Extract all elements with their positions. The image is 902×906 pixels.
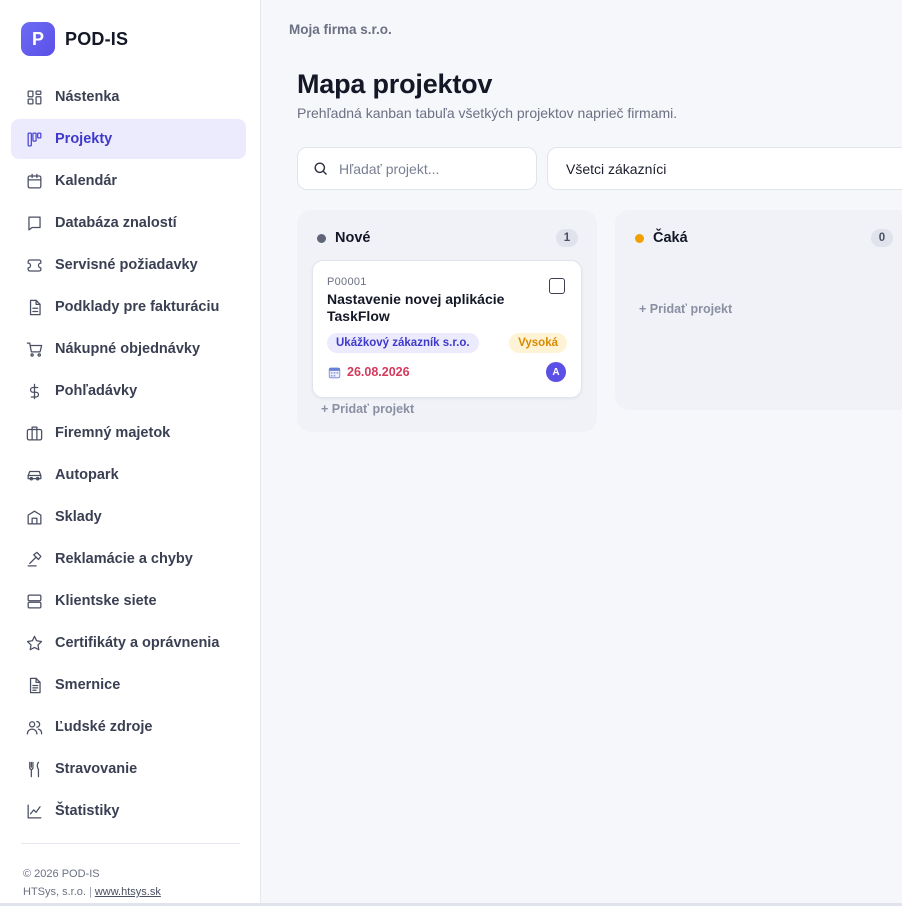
sidebar-item-label: Nástenka xyxy=(55,89,120,105)
page-title: Mapa projektov xyxy=(297,69,493,99)
sidebar-item-nastenka[interactable]: Nástenka xyxy=(11,77,246,117)
footer-separator: | xyxy=(88,886,92,898)
ticket-icon xyxy=(24,255,44,275)
star-icon xyxy=(24,633,44,653)
warehouse-icon xyxy=(24,507,44,527)
project-code: P00001 xyxy=(327,276,367,288)
sidebar-item-label: Reklamácie a chyby xyxy=(55,551,193,567)
customer-chip: Ukážkový zákazník s.r.o. xyxy=(327,333,479,353)
sidebar-item-statistiky[interactable]: Štatistiky xyxy=(11,791,246,831)
sidebar-item-label: Smernice xyxy=(55,677,121,693)
users-icon xyxy=(24,717,44,737)
project-card[interactable]: P00001 Nastavenie novej aplikácie TaskFl… xyxy=(312,260,582,398)
column-header: Čaká xyxy=(635,230,688,246)
main-content: Moja firma s.r.o. Mapa projektov Prehľad… xyxy=(261,0,902,906)
search-input[interactable] xyxy=(339,160,519,177)
book-icon xyxy=(24,213,44,233)
brand-name: POD-IS xyxy=(65,28,129,49)
car-icon xyxy=(24,465,44,485)
sidebar-item-label: Sklady xyxy=(55,509,102,525)
sidebar-item-label: Certifikáty a oprávnenia xyxy=(55,635,220,651)
assignee-avatar[interactable]: A xyxy=(546,362,566,382)
column-title: Nové xyxy=(335,230,371,246)
sidebar-item-nakupne[interactable]: Nákupné objednávky xyxy=(11,329,246,369)
sidebar-item-reklamacie[interactable]: Reklamácie a chyby xyxy=(11,539,246,579)
sidebar-item-label: Stravovanie xyxy=(55,761,138,777)
briefcase-icon xyxy=(24,423,44,443)
cart-icon xyxy=(24,339,44,359)
sidebar-item-projekty[interactable]: Projekty xyxy=(11,119,246,159)
sidebar-item-pohladavky[interactable]: Pohľadávky xyxy=(11,371,246,411)
sidebar-item-label: Projekty xyxy=(55,131,113,147)
sidebar-item-label: Autopark xyxy=(55,467,119,483)
sidebar-item-label: Podklady pre fakturáciu xyxy=(55,299,220,315)
sidebar-item-autopark[interactable]: Autopark xyxy=(11,455,246,495)
sidebar-item-klientske[interactable]: Klientske siete xyxy=(11,581,246,621)
due-date: 26.08.2026 xyxy=(328,365,410,379)
sidebar-item-label: Klientske siete xyxy=(55,593,157,609)
search-icon xyxy=(314,162,328,176)
sidebar-item-label: Servisné požiadavky xyxy=(55,257,198,273)
sidebar-item-databaza[interactable]: Databáza znalostí xyxy=(11,203,246,243)
status-dot xyxy=(317,233,326,243)
sidebar-item-podklady[interactable]: Podklady pre fakturáciu xyxy=(11,287,246,327)
sidebar-footer: © 2026 POD-IS HTSys, s.r.o. | www.htsys.sk xyxy=(23,865,161,901)
status-dot xyxy=(635,233,644,243)
search-box[interactable] xyxy=(297,147,537,190)
calendar-icon xyxy=(328,367,341,378)
sidebar-item-stravovanie[interactable]: Stravovanie xyxy=(11,749,246,789)
dollar-icon xyxy=(24,381,44,401)
project-title: Nastavenie novej aplikácie TaskFlow xyxy=(327,291,505,324)
brand-logo: P xyxy=(21,22,55,56)
add-project-button[interactable]: + Pridať projekt xyxy=(321,402,414,416)
column-count-badge: 0 xyxy=(871,229,893,247)
hammer-icon xyxy=(24,549,44,569)
customer-select[interactable]: Všetci zákazníci xyxy=(547,147,902,190)
sidebar-item-sklady[interactable]: Sklady xyxy=(11,497,246,537)
page-subtitle: Prehľadná kanban tabuľa všetkých projekt… xyxy=(297,105,678,121)
calendar-icon xyxy=(24,171,44,191)
kanban-icon xyxy=(24,129,44,149)
sidebar-item-label: Pohľadávky xyxy=(55,383,138,399)
server-icon xyxy=(24,591,44,611)
file-text-icon xyxy=(24,675,44,695)
brand[interactable]: P POD-IS xyxy=(21,22,128,56)
sidebar-divider xyxy=(21,843,240,844)
sidebar-nav: Nástenka Projekty Kalendár Databáza znal… xyxy=(11,77,246,833)
kanban-column-caka: Čaká 0 + Pridať projekt xyxy=(615,210,902,410)
sidebar-item-label: Nákupné objednávky xyxy=(55,341,201,357)
company-name[interactable]: Moja firma s.r.o. xyxy=(289,22,392,37)
due-date-text: 26.08.2026 xyxy=(347,365,410,379)
sidebar-item-label: Databáza znalostí xyxy=(55,215,177,231)
footer-company: HTSys, s.r.o. xyxy=(23,886,86,898)
sidebar-item-certifikaty[interactable]: Certifikáty a oprávnenia xyxy=(11,623,246,663)
column-header: Nové xyxy=(317,230,370,246)
sidebar-item-kalendar[interactable]: Kalendár xyxy=(11,161,246,201)
column-count-badge: 1 xyxy=(556,229,578,247)
sidebar: P POD-IS Nástenka Projekty Kalendár Data… xyxy=(0,0,261,906)
sidebar-item-servisne[interactable]: Servisné požiadavky xyxy=(11,245,246,285)
sidebar-item-label: Štatistiky xyxy=(55,803,120,819)
sidebar-item-majetok[interactable]: Firemný majetok xyxy=(11,413,246,453)
sidebar-item-label: Ľudské zdroje xyxy=(55,719,153,735)
add-project-button[interactable]: + Pridať projekt xyxy=(639,302,732,316)
footer-company-line: HTSys, s.r.o. | www.htsys.sk xyxy=(23,883,161,901)
footer-copyright: © 2026 POD-IS xyxy=(23,868,100,880)
dashboard-icon xyxy=(24,87,44,107)
document-icon xyxy=(24,297,44,317)
kanban-column-nove: Nové 1 P00001 Nastavenie novej aplikácie… xyxy=(297,210,597,432)
utensils-icon xyxy=(24,759,44,779)
column-title: Čaká xyxy=(653,230,688,246)
footer-link[interactable]: www.htsys.sk xyxy=(95,886,161,898)
sidebar-item-label: Kalendár xyxy=(55,173,118,189)
chart-icon xyxy=(24,801,44,821)
sidebar-item-ludske-zdroje[interactable]: Ľudské zdroje xyxy=(11,707,246,747)
priority-badge: Vysoká xyxy=(509,333,567,353)
sidebar-item-smernice[interactable]: Smernice xyxy=(11,665,246,705)
sidebar-item-label: Firemný majetok xyxy=(55,425,171,441)
project-checkbox[interactable] xyxy=(549,278,565,294)
